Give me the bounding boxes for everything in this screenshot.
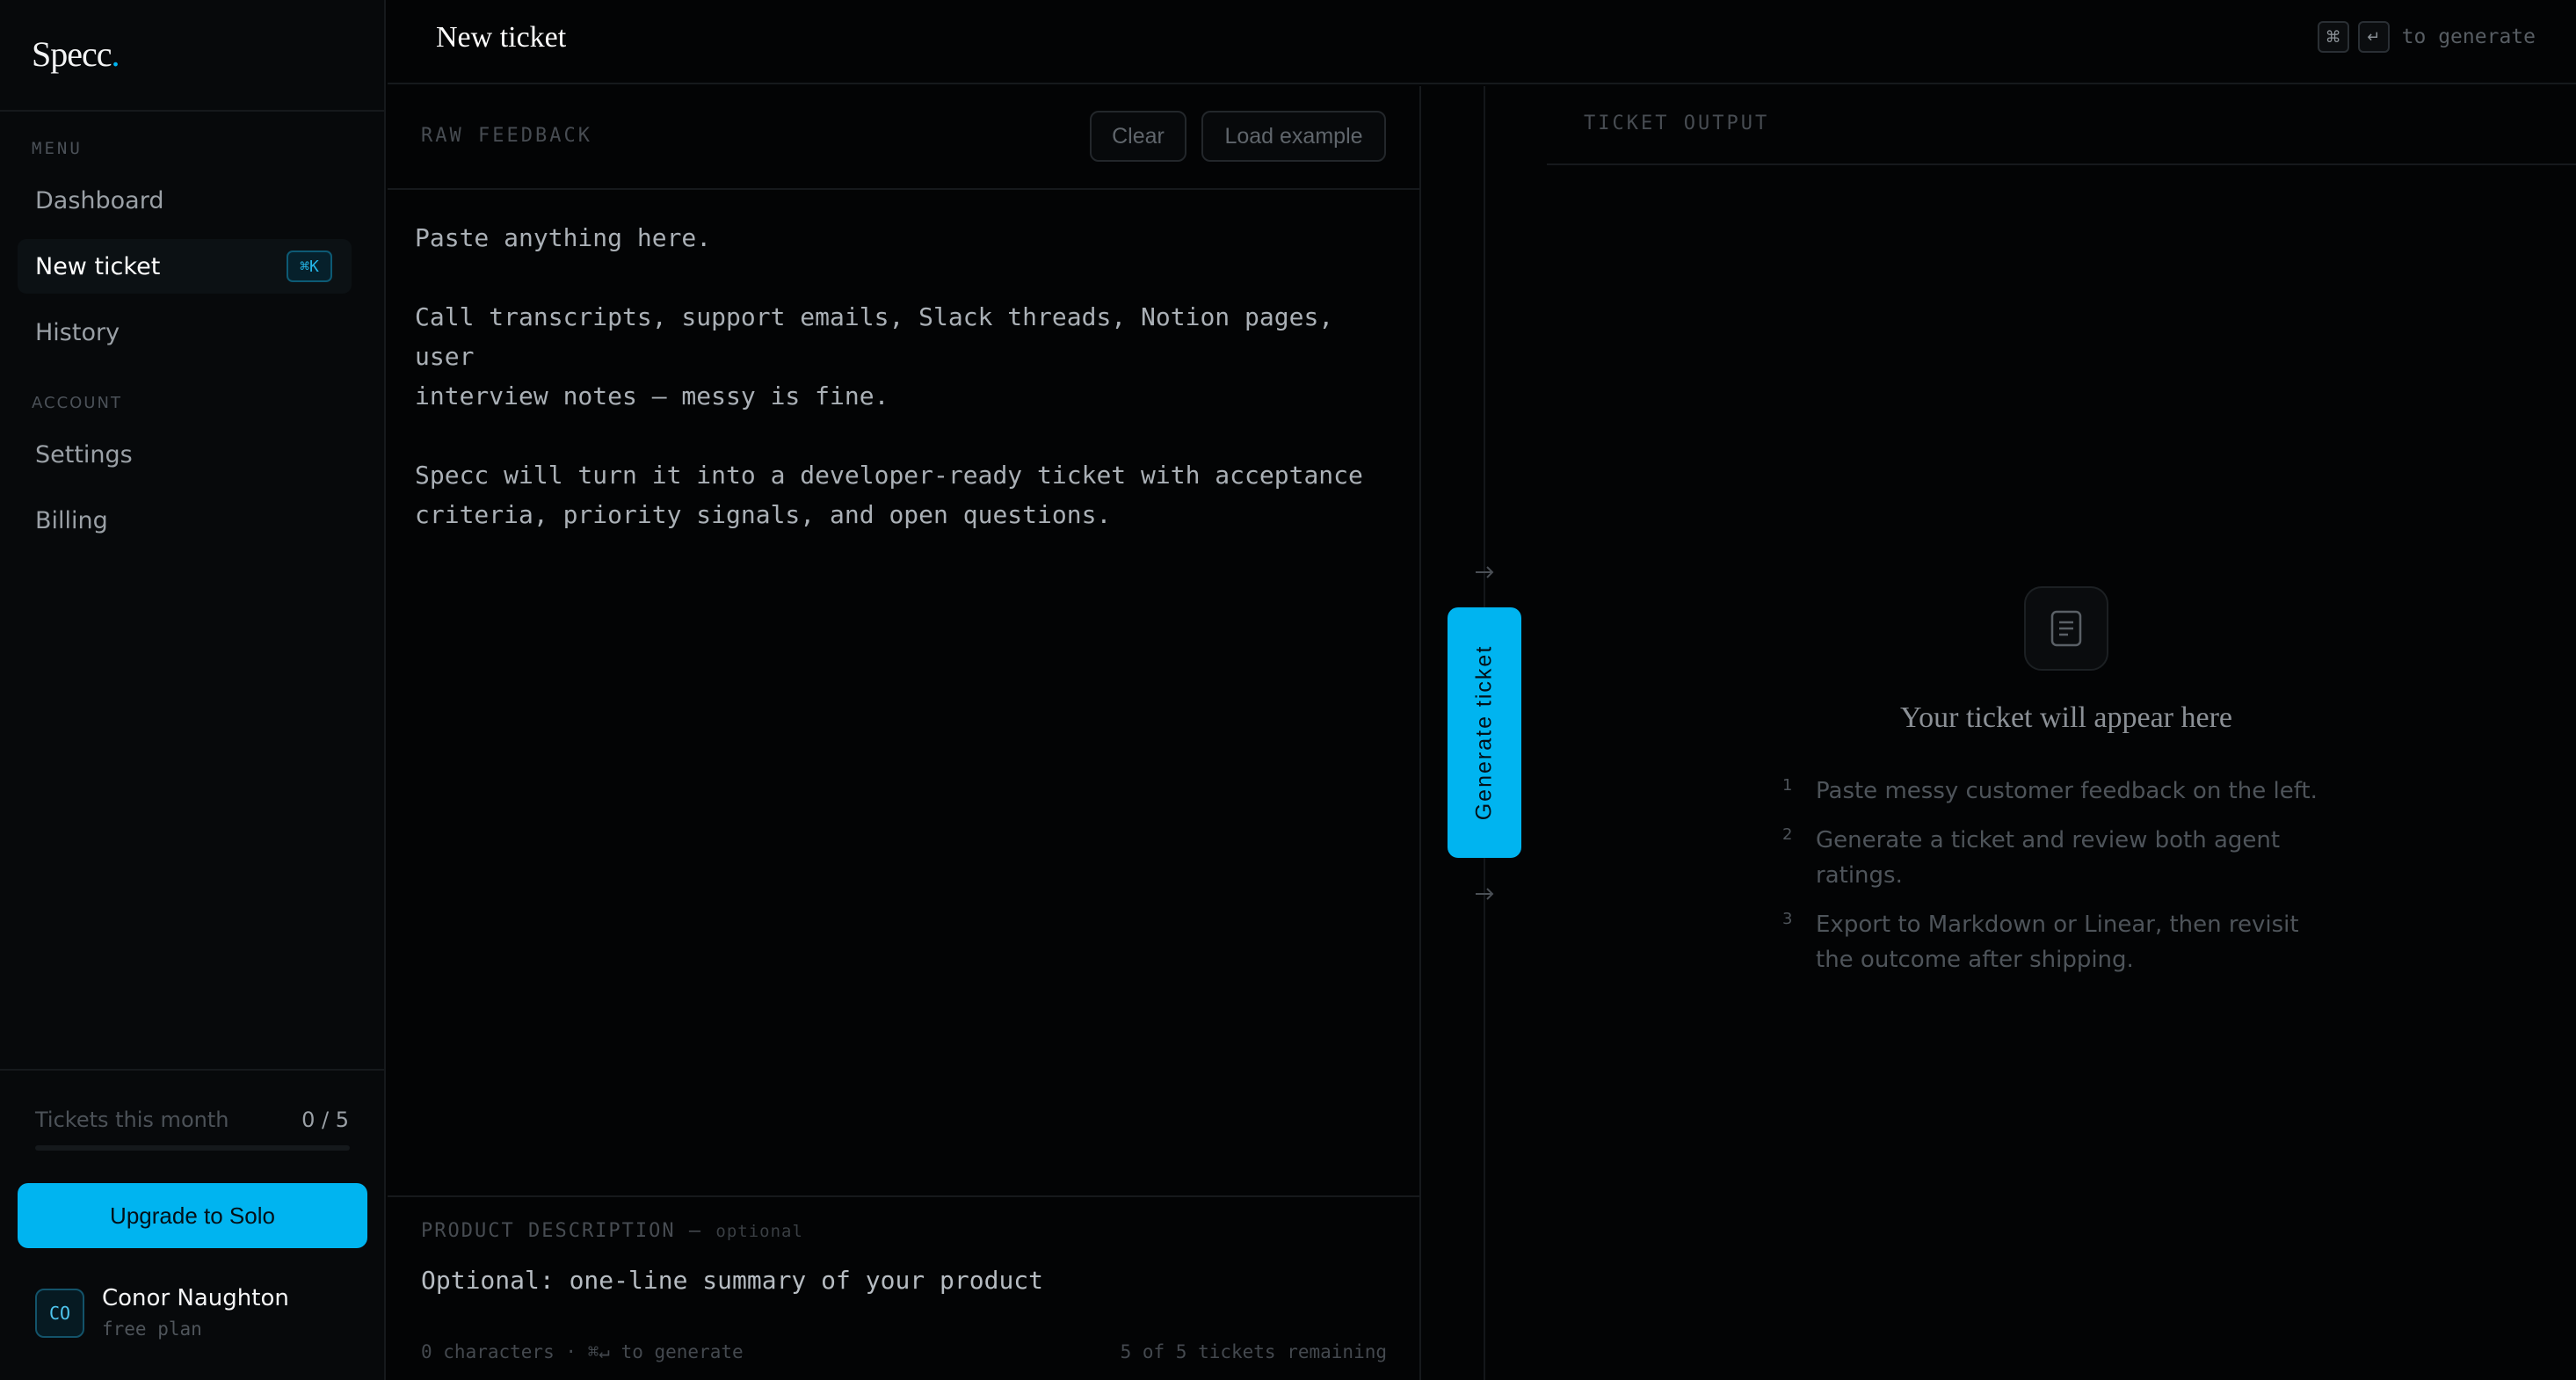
sidebar-item-label: Dashboard (35, 186, 164, 214)
product-description-section: PRODUCT DESCRIPTION — optional Optional:… (388, 1195, 1420, 1380)
page-title: New ticket (436, 21, 567, 54)
sidebar: Specc. MENU Dashboard New ticket ⌘K Hist… (0, 0, 386, 1380)
sidebar-item-label: Billing (35, 506, 108, 534)
step-number: 3 (1782, 910, 1793, 928)
usage-value: 0 / 5 (301, 1108, 349, 1132)
sidebar-item-new-ticket[interactable]: New ticket ⌘K (18, 239, 352, 294)
optional-tag: optional (715, 1222, 803, 1241)
step-number: 2 (1782, 825, 1793, 844)
avatar[interactable]: CO (35, 1289, 84, 1338)
empty-state-title: Your ticket will appear here (1900, 701, 2232, 734)
sidebar-item-billing[interactable]: Billing (18, 493, 352, 548)
shortcut-badge: ⌘K (287, 251, 332, 282)
sidebar-item-history[interactable]: History (18, 305, 352, 360)
top-header: New ticket ⌘ ↵ to generate (388, 0, 2576, 84)
usage-progress-bar (35, 1145, 350, 1151)
product-description-label: PRODUCT DESCRIPTION — optional (421, 1220, 803, 1242)
arrow-right-icon (1471, 563, 1498, 581)
arrow-right-icon (1471, 885, 1498, 903)
feedback-pane: RAW FEEDBACK Clear Load example Paste an… (388, 86, 1420, 1380)
step-text: Paste messy customer feedback on the lef… (1816, 778, 2318, 804)
user-name: Conor Naughton (102, 1285, 289, 1311)
list-item: 2 Generate a ticket and review both agen… (1782, 823, 2327, 893)
generate-ticket-button[interactable]: Generate ticket (1448, 607, 1521, 858)
generate-ticket-label: Generate ticket (1471, 644, 1497, 821)
output-toolbar: TICKET OUTPUT (1547, 86, 2576, 165)
list-item: 3 Export to Markdown or Linear, then rev… (1782, 907, 2327, 977)
sidebar-item-label: History (35, 318, 120, 346)
sidebar-item-label: Settings (35, 440, 133, 468)
ticket-output-pane: TICKET OUTPUT Your ticket will appear he… (1547, 86, 2576, 1380)
ticket-output-label: TICKET OUTPUT (1584, 113, 1770, 134)
list-item: 1 Paste messy customer feedback on the l… (1782, 774, 2327, 809)
feedback-textarea[interactable]: Paste anything here. Call transcripts, s… (415, 218, 1382, 534)
sidebar-item-dashboard[interactable]: Dashboard (18, 173, 352, 228)
raw-feedback-label: RAW FEEDBACK (421, 125, 592, 147)
sidebar-item-settings[interactable]: Settings (18, 427, 352, 482)
step-number: 1 (1782, 776, 1793, 795)
step-text: Generate a ticket and review both agent … (1816, 827, 2281, 889)
empty-state-steps: 1 Paste messy customer feedback on the l… (1782, 774, 2327, 991)
sidebar-item-label: New ticket (35, 252, 161, 280)
menu-heading: MENU (32, 139, 83, 158)
generate-shortcut-hint: ⌘ ↵ to generate (2317, 21, 2536, 53)
document-icon (2024, 586, 2108, 671)
user-plan: free plan (102, 1318, 202, 1340)
feedback-toolbar: RAW FEEDBACK Clear Load example (388, 86, 1420, 190)
sidebar-divider (0, 110, 384, 112)
usage-label: Tickets this month (35, 1108, 229, 1132)
app-logo[interactable]: Specc. (32, 33, 120, 75)
account-heading: ACCOUNT (32, 394, 122, 412)
load-example-button[interactable]: Load example (1201, 111, 1386, 162)
character-count: 0 characters · ⌘↵ to generate (421, 1341, 744, 1362)
command-key-icon: ⌘ (2317, 21, 2349, 53)
tickets-remaining: 5 of 5 tickets remaining (1120, 1341, 1387, 1362)
upgrade-button[interactable]: Upgrade to Solo (18, 1183, 367, 1248)
sidebar-divider (0, 1069, 384, 1071)
pane-divider (1419, 86, 1421, 1380)
enter-key-icon: ↵ (2357, 21, 2390, 53)
step-text: Export to Markdown or Linear, then revis… (1816, 912, 2299, 973)
product-description-input[interactable]: Optional: one-line summary of your produ… (421, 1266, 1043, 1295)
hint-text: to generate (2401, 25, 2536, 48)
clear-button[interactable]: Clear (1090, 111, 1186, 162)
